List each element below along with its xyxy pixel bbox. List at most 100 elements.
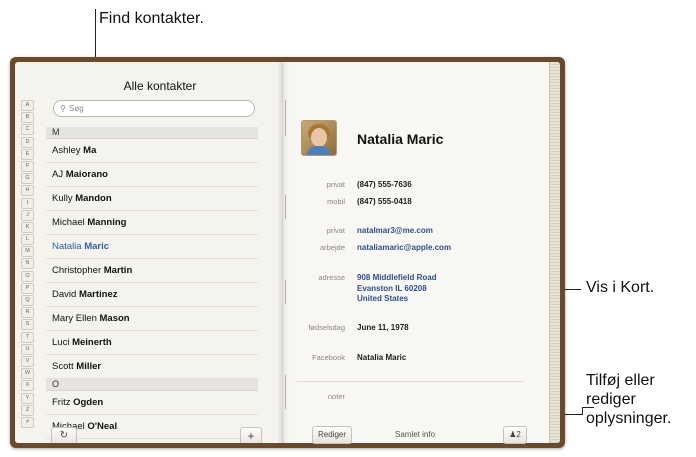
- facebook-value[interactable]: Natalia Maric: [357, 353, 406, 362]
- contact-row[interactable]: Fritz Ogden: [46, 391, 258, 415]
- index-letter[interactable]: Q: [21, 295, 34, 306]
- contact-row[interactable]: Kully Mandon: [46, 187, 258, 211]
- email-work-value[interactable]: nataliamaric@apple.com: [357, 243, 451, 252]
- contact-first-name: Scott: [52, 361, 74, 372]
- contact-first-name: Luci: [52, 337, 70, 348]
- contact-first-name: Ashley: [52, 145, 81, 156]
- contacts-list-page: Alle kontakter ⚲ Søg A B C D E F G H I J…: [15, 62, 283, 443]
- linked-contacts-button[interactable]: ♟2: [503, 426, 527, 444]
- contact-first-name: Kully: [52, 193, 73, 204]
- contact-row-selected[interactable]: Natalia Maric: [46, 235, 258, 259]
- contact-first-name: Mary Ellen: [52, 313, 97, 324]
- index-letter[interactable]: P: [21, 282, 34, 294]
- index-letter[interactable]: D: [21, 136, 34, 148]
- callout-edit-line-1: Tilføj eller: [586, 372, 655, 389]
- callout-show-in-maps: Vis i Kort.: [586, 279, 655, 296]
- book-spine: [277, 62, 289, 443]
- index-letter[interactable]: T: [21, 331, 34, 343]
- sync-button[interactable]: ↻: [51, 427, 77, 443]
- contact-row[interactable]: Michael Manning: [46, 211, 258, 235]
- field-label-facebook: Facebook: [312, 353, 345, 362]
- contact-first-name: AJ: [52, 169, 64, 180]
- index-letter[interactable]: Y: [21, 392, 34, 404]
- contact-row[interactable]: Luci Meinerth: [46, 331, 258, 355]
- contacts-book: Alle kontakter ⚲ Søg A B C D E F G H I J…: [10, 57, 565, 448]
- avatar-face: [311, 128, 327, 147]
- contact-last-name: O'Neal: [87, 421, 118, 432]
- contacts-list[interactable]: M Ashley Ma AJ Maiorano Kully Mandon Mic…: [46, 127, 258, 443]
- linked-count: 2: [516, 430, 521, 439]
- page-title: Alle kontakter: [123, 79, 197, 93]
- field-label-address: adresse: [318, 273, 345, 282]
- alphabet-index[interactable]: A B C D E F G H I J K L M N O P Q R S T: [21, 100, 34, 429]
- phone-home-value[interactable]: (847) 555-7636: [357, 180, 412, 189]
- phone-mobile-value[interactable]: (847) 555-0418: [357, 197, 412, 206]
- contact-last-name: Ma: [83, 145, 97, 156]
- index-letter[interactable]: O: [21, 270, 34, 282]
- index-letter[interactable]: M: [21, 246, 34, 258]
- contact-last-name: Martin: [103, 265, 133, 276]
- field-label-notes: noter: [327, 392, 345, 401]
- contact-first-name: Fritz: [52, 397, 71, 408]
- index-letter[interactable]: Z: [21, 404, 34, 416]
- index-letter[interactable]: F: [21, 160, 34, 172]
- contact-first-name: Christopher: [52, 265, 102, 276]
- index-letter[interactable]: U: [21, 343, 34, 355]
- contact-last-name: Mason: [99, 313, 130, 324]
- contact-row[interactable]: David Martinez: [46, 283, 258, 307]
- index-letter[interactable]: K: [21, 221, 34, 233]
- contact-row[interactable]: Mary Ellen Mason: [46, 307, 258, 331]
- index-letter[interactable]: #: [21, 416, 34, 428]
- index-letter[interactable]: X: [21, 380, 34, 392]
- index-letter[interactable]: E: [21, 148, 34, 160]
- contact-row[interactable]: AJ Maiorano: [46, 163, 258, 187]
- index-letter[interactable]: R: [21, 307, 34, 319]
- add-contact-button[interactable]: +: [240, 427, 262, 443]
- contact-last-name: Manning: [87, 217, 127, 228]
- address-line-3: United States: [357, 294, 409, 303]
- index-letter[interactable]: G: [21, 173, 34, 185]
- contact-row[interactable]: Scott Miller: [46, 355, 258, 379]
- index-letter[interactable]: W: [21, 368, 34, 380]
- contact-avatar[interactable]: [301, 120, 337, 156]
- index-letter[interactable]: V: [21, 355, 34, 367]
- avatar-body: [307, 146, 331, 155]
- page-mark: [285, 100, 286, 136]
- field-label-phone-home: privat: [326, 180, 345, 189]
- callout-edit-line-3: oplysninger.: [586, 410, 672, 427]
- index-letter[interactable]: B: [21, 112, 34, 124]
- field-label-email-home: privat: [326, 226, 345, 235]
- unified-info-label: Samlet info: [395, 430, 436, 439]
- index-letter[interactable]: S: [21, 319, 34, 331]
- notes-divider: [297, 381, 524, 382]
- search-placeholder: Søg: [69, 104, 84, 113]
- email-home-value[interactable]: natalmar3@me.com: [357, 226, 433, 235]
- index-letter[interactable]: L: [21, 234, 34, 246]
- contact-name: Natalia Maric: [357, 131, 444, 147]
- callout-edit-line-2: rediger: [586, 391, 636, 408]
- search-icon: ⚲: [60, 104, 66, 113]
- callout-edit-info: Tilføj eller rediger oplysninger.: [586, 371, 671, 428]
- contact-row[interactable]: Christopher Martin: [46, 259, 258, 283]
- book-pages: Alle kontakter ⚲ Søg A B C D E F G H I J…: [15, 62, 560, 443]
- index-letter[interactable]: C: [21, 124, 34, 136]
- index-letter[interactable]: J: [21, 209, 34, 221]
- page-mark: [285, 280, 286, 304]
- contact-last-name: Ogden: [73, 397, 104, 408]
- address-line-2: Evanston IL 60208: [357, 283, 427, 293]
- address-value[interactable]: 908 Middlefield Road Evanston IL 60208 U…: [357, 273, 437, 305]
- edit-button[interactable]: Rediger: [312, 426, 352, 444]
- contact-row[interactable]: Michael O'Neal: [46, 415, 258, 439]
- callout-edit-line-h: [582, 407, 594, 408]
- contact-first-name: David: [52, 289, 77, 300]
- contact-first-name: Natalia: [52, 241, 82, 252]
- index-letter[interactable]: A: [21, 100, 34, 111]
- index-letter[interactable]: I: [21, 197, 34, 209]
- index-letter[interactable]: N: [21, 258, 34, 270]
- birthday-value: June 11, 1978: [357, 323, 409, 332]
- search-input[interactable]: ⚲ Søg: [53, 100, 255, 117]
- index-letter[interactable]: H: [21, 185, 34, 197]
- contact-last-name: Maric: [84, 241, 110, 252]
- contact-row[interactable]: Ashley Ma: [46, 139, 258, 163]
- contact-last-name: Martinez: [78, 289, 118, 300]
